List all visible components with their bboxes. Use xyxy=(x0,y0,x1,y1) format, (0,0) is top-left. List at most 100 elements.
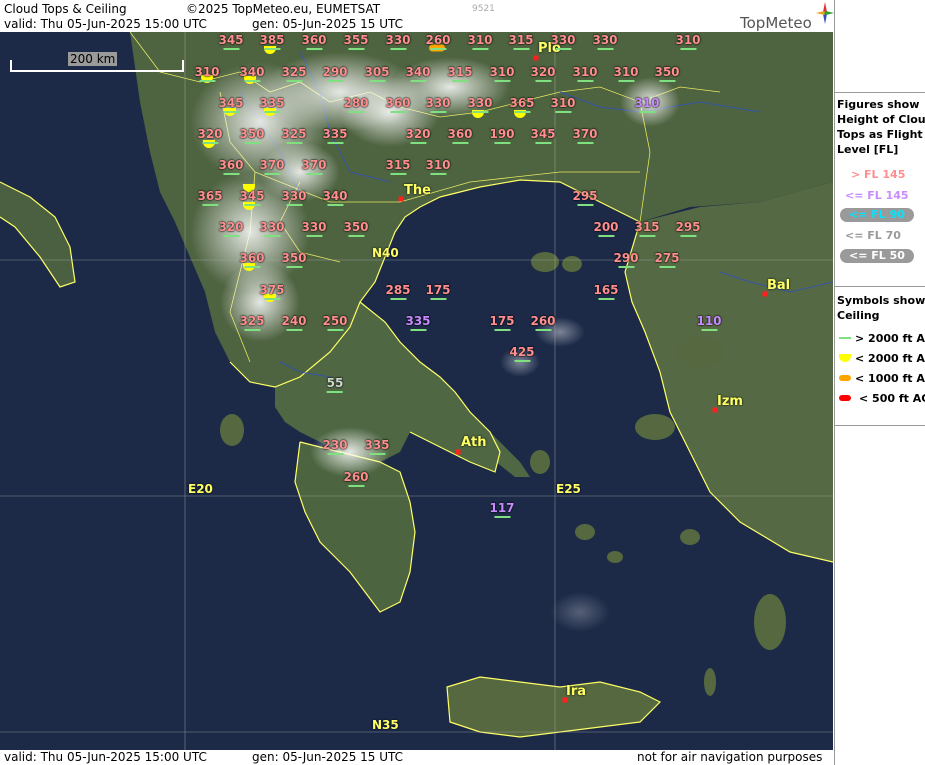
fl-label: 360 xyxy=(385,96,411,113)
coord-n40: N40 xyxy=(372,246,399,260)
fl-label: 345 xyxy=(218,96,244,113)
legend-divider xyxy=(835,425,925,426)
logo-text: TopMeteo xyxy=(740,14,812,32)
fl-label: 275 xyxy=(654,251,680,268)
legend-ceiling-lt500: < 500 ft AGL xyxy=(859,392,925,405)
legend-divider xyxy=(835,286,925,287)
valid-time: valid: Thu 05-Jun-2025 15:00 UTC xyxy=(4,17,207,31)
fl-label: 375 xyxy=(259,283,285,300)
legend-ceiling-gt2000: > 2000 ft AGL xyxy=(855,332,925,345)
compass-icon xyxy=(816,2,834,24)
footer-disclaimer: not for air navigation purposes xyxy=(637,750,823,764)
fl-label: 310 xyxy=(550,96,576,113)
legend-fig-line1: Figures show xyxy=(837,98,920,111)
fl-label: 280 xyxy=(343,96,369,113)
city-marker xyxy=(398,196,404,202)
fl-label: 310 xyxy=(634,96,660,113)
legend-sym-line1: Symbols show xyxy=(837,294,925,307)
fl-label: 370 xyxy=(301,158,327,175)
city-athens: Ath xyxy=(461,435,487,450)
satellite-map[interactable]: 200 km N40 N35 E20 E25 Plo The Bal Izm A… xyxy=(0,32,833,750)
fl-label: 370 xyxy=(259,158,285,175)
legend-swatch-lt500 xyxy=(839,395,851,401)
fl-label: 355 xyxy=(343,33,369,50)
fl-label: 330 xyxy=(550,33,576,50)
fl-label: 340 xyxy=(239,65,265,82)
fl-label: 325 xyxy=(239,314,265,331)
fl-label: 320 xyxy=(530,65,556,82)
copyright: ©2025 TopMeteo.eu, EUMETSAT xyxy=(186,2,381,16)
legend-swatch-lt1000 xyxy=(839,375,851,381)
fl-label: 335 xyxy=(364,438,390,455)
fl-label: 175 xyxy=(489,314,515,331)
fl-label: 260 xyxy=(425,33,451,50)
fl-label: 295 xyxy=(572,189,598,206)
fl-label: 320 xyxy=(218,220,244,237)
topmeteo-logo: TopMeteo xyxy=(740,2,834,32)
legend-fig-line4: Level [FL] xyxy=(837,143,899,156)
fl-label: 315 xyxy=(447,65,473,82)
fl-label: 310 xyxy=(613,65,639,82)
legend-gt-fl145: > FL 145 xyxy=(851,168,906,181)
fl-label: 175 xyxy=(425,283,451,300)
coord-e25: E25 xyxy=(556,482,581,496)
fl-label: 117 xyxy=(489,501,515,518)
fl-label: 310 xyxy=(489,65,515,82)
chart-title: Cloud Tops & Ceiling xyxy=(4,2,127,16)
fl-label: 370 xyxy=(572,127,598,144)
fl-label: 315 xyxy=(634,220,660,237)
fl-label: 325 xyxy=(281,65,307,82)
fl-label: 290 xyxy=(613,251,639,268)
city-balikesir: Bal xyxy=(767,278,791,293)
fl-label: 365 xyxy=(197,189,223,206)
legend-sym-line2: Ceiling xyxy=(837,309,880,322)
fl-label: 425 xyxy=(509,345,535,362)
legend-le-fl90: <= FL 90 xyxy=(840,208,914,222)
fl-label: 310 xyxy=(194,65,220,82)
fl-label: 345 xyxy=(218,33,244,50)
legend-le-fl50: <= FL 50 xyxy=(840,249,914,263)
footer-gen-time: gen: 05-Jun-2025 15 UTC xyxy=(252,750,404,764)
fl-label: 110 xyxy=(696,314,722,331)
fl-label: 230 xyxy=(322,438,348,455)
fl-label: 350 xyxy=(654,65,680,82)
fl-label: 320 xyxy=(405,127,431,144)
legend-fig-line2: Height of Cloud xyxy=(837,113,925,126)
fl-label: 350 xyxy=(343,220,369,237)
scale-label: 200 km xyxy=(68,52,118,66)
city-iraklion: Ira xyxy=(566,684,587,699)
fl-label: 305 xyxy=(364,65,390,82)
fl-label: 360 xyxy=(239,251,265,268)
fl-label: 330 xyxy=(467,96,493,113)
fl-label: 335 xyxy=(259,96,285,113)
legend-ceiling-lt1000: < 1000 ft AGL xyxy=(855,372,925,385)
fl-label: 350 xyxy=(239,127,265,144)
city-marker xyxy=(533,55,539,61)
legend-panel: Figures show Height of Cloud Tops as Fli… xyxy=(834,0,925,765)
city-thessaloniki: The xyxy=(404,183,431,198)
fl-label: 350 xyxy=(281,251,307,268)
legend-divider xyxy=(835,92,925,93)
fl-label: 360 xyxy=(447,127,473,144)
fl-label: 385 xyxy=(259,33,285,50)
fl-label: 330 xyxy=(592,33,618,50)
city-izmir: Izm xyxy=(717,394,743,409)
fl-label: 165 xyxy=(593,283,619,300)
fl-label: 330 xyxy=(385,33,411,50)
fl-label: 310 xyxy=(572,65,598,82)
fl-label: 285 xyxy=(385,283,411,300)
fl-label: 360 xyxy=(301,33,327,50)
fl-label: 330 xyxy=(425,96,451,113)
fl-label: 310 xyxy=(467,33,493,50)
coord-n35: N35 xyxy=(372,718,399,732)
fl-label: 250 xyxy=(322,314,348,331)
fl-label: 260 xyxy=(343,470,369,487)
fl-label: 295 xyxy=(675,220,701,237)
gen-time: gen: 05-Jun-2025 15 UTC xyxy=(252,17,404,31)
image-code: 9521 xyxy=(472,4,495,14)
fl-label: 365 xyxy=(509,96,535,113)
legend-ceiling-lt2000: < 2000 ft AGL xyxy=(855,352,925,365)
legend-le-fl145: <= FL 145 xyxy=(845,189,909,202)
legend-fig-line3: Tops as Flight xyxy=(837,128,923,141)
legend-swatch-gt2000 xyxy=(839,337,851,339)
